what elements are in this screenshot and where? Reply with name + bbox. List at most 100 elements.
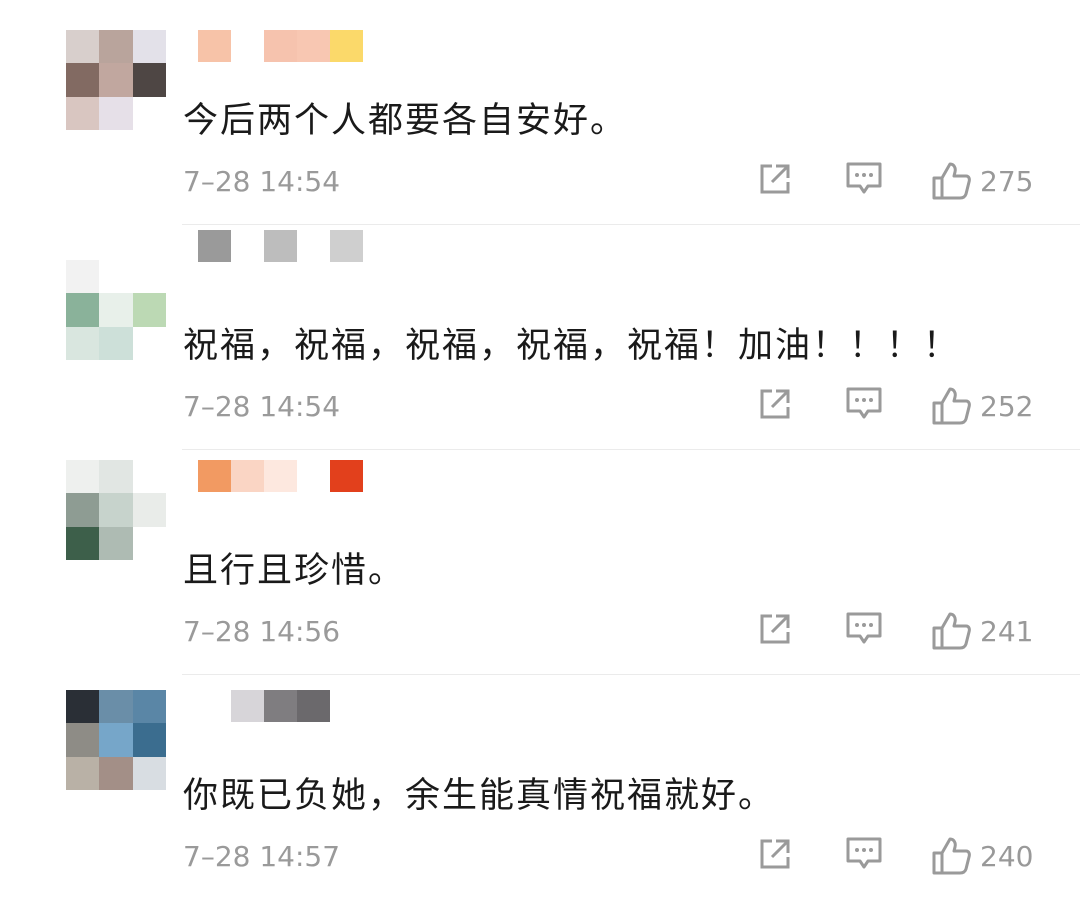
comment-text: 祝福，祝福，祝福，祝福，祝福！加油！！！！ bbox=[183, 326, 961, 366]
thumbs-up-icon bbox=[932, 837, 971, 875]
like-button[interactable]: 241 bbox=[930, 610, 1033, 652]
username-pixel bbox=[297, 460, 330, 492]
avatar-pixel bbox=[66, 690, 100, 724]
username-pixel bbox=[231, 460, 264, 492]
avatar[interactable] bbox=[66, 260, 166, 360]
username-mosaic[interactable] bbox=[198, 230, 363, 262]
avatar-pixel bbox=[66, 526, 100, 560]
username-pixel bbox=[297, 30, 330, 62]
username-pixel bbox=[198, 690, 231, 722]
avatar-pixel bbox=[132, 326, 166, 360]
comment-item: 祝福，祝福，祝福，祝福，祝福！加油！！！！ 7–28 14:54 252 bbox=[0, 225, 1080, 450]
comment-button[interactable] bbox=[844, 385, 884, 423]
username-pixel bbox=[231, 690, 264, 722]
avatar-pixel bbox=[132, 723, 166, 757]
avatar-pixel bbox=[99, 326, 133, 360]
username-pixel bbox=[330, 690, 363, 722]
avatar-pixel bbox=[132, 690, 166, 724]
share-button[interactable] bbox=[756, 610, 794, 648]
username-mosaic[interactable] bbox=[198, 690, 363, 722]
avatar-pixel bbox=[99, 526, 133, 560]
comment-item: 你既已负她，余生能真情祝福就好。 7–28 14:57 240 bbox=[0, 675, 1080, 900]
avatar-pixel bbox=[99, 30, 133, 64]
avatar-pixel bbox=[66, 756, 100, 790]
like-count: 252 bbox=[980, 389, 1034, 423]
avatar-pixel bbox=[99, 690, 133, 724]
share-button[interactable] bbox=[756, 385, 794, 423]
comment-text: 今后两个人都要各自安好。 bbox=[183, 101, 628, 141]
avatar-pixel bbox=[99, 723, 133, 757]
avatar-pixel bbox=[99, 96, 133, 130]
comment-text: 你既已负她，余生能真情祝福就好。 bbox=[183, 776, 776, 816]
comment-icon bbox=[846, 837, 882, 869]
avatar-pixel bbox=[132, 260, 166, 294]
avatar-pixel bbox=[66, 326, 100, 360]
avatar-pixel bbox=[66, 460, 100, 494]
username-pixel bbox=[198, 30, 231, 62]
username-pixel bbox=[231, 230, 264, 262]
comment-button[interactable] bbox=[844, 835, 884, 873]
username-pixel bbox=[264, 30, 297, 62]
like-count: 241 bbox=[980, 614, 1034, 648]
comment-item: 且行且珍惜。 7–28 14:56 241 bbox=[0, 450, 1080, 675]
comment-button[interactable] bbox=[844, 160, 884, 198]
avatar-pixel bbox=[99, 293, 133, 327]
avatar[interactable] bbox=[66, 460, 166, 560]
share-button[interactable] bbox=[756, 160, 794, 198]
comment-icon bbox=[846, 387, 882, 419]
username-pixel bbox=[330, 30, 363, 62]
comment-actions: 241 bbox=[0, 610, 1080, 654]
avatar-pixel bbox=[99, 460, 133, 494]
avatar-pixel bbox=[132, 293, 166, 327]
comment-actions: 252 bbox=[0, 385, 1080, 429]
like-count: 240 bbox=[980, 839, 1034, 873]
username-pixel bbox=[330, 460, 363, 492]
avatar-pixel bbox=[132, 756, 166, 790]
username-pixel bbox=[297, 230, 330, 262]
avatar[interactable] bbox=[66, 30, 166, 130]
avatar-pixel bbox=[99, 63, 133, 97]
username-pixel bbox=[264, 460, 297, 492]
avatar[interactable] bbox=[66, 690, 166, 790]
share-icon bbox=[760, 164, 790, 194]
username-pixel bbox=[264, 690, 297, 722]
avatar-pixel bbox=[66, 260, 100, 294]
share-icon bbox=[760, 614, 790, 644]
avatar-pixel bbox=[99, 756, 133, 790]
avatar-pixel bbox=[132, 460, 166, 494]
avatar-pixel bbox=[66, 96, 100, 130]
comment-actions: 275 bbox=[0, 160, 1080, 204]
share-button[interactable] bbox=[756, 835, 794, 873]
avatar-pixel bbox=[132, 30, 166, 64]
username-pixel bbox=[330, 230, 363, 262]
like-button[interactable]: 240 bbox=[930, 835, 1033, 877]
username-mosaic[interactable] bbox=[198, 30, 363, 62]
username-pixel bbox=[198, 460, 231, 492]
username-pixel bbox=[198, 230, 231, 262]
username-mosaic[interactable] bbox=[198, 460, 363, 492]
username-pixel bbox=[231, 30, 264, 62]
like-button[interactable]: 275 bbox=[930, 160, 1033, 202]
avatar-pixel bbox=[66, 493, 100, 527]
avatar-pixel bbox=[66, 30, 100, 64]
share-icon bbox=[760, 839, 790, 869]
thumbs-up-icon bbox=[932, 162, 971, 200]
thumbs-up-icon bbox=[932, 387, 971, 425]
avatar-pixel bbox=[66, 63, 100, 97]
avatar-pixel bbox=[99, 493, 133, 527]
avatar-pixel bbox=[132, 63, 166, 97]
comment-text: 且行且珍惜。 bbox=[183, 551, 406, 591]
thumbs-up-icon bbox=[932, 612, 971, 650]
avatar-pixel bbox=[132, 493, 166, 527]
comment-icon bbox=[846, 162, 882, 194]
avatar-pixel bbox=[132, 526, 166, 560]
username-pixel bbox=[264, 230, 297, 262]
avatar-pixel bbox=[66, 293, 100, 327]
like-button[interactable]: 252 bbox=[930, 385, 1033, 427]
share-icon bbox=[760, 389, 790, 419]
avatar-pixel bbox=[99, 260, 133, 294]
comment-actions: 240 bbox=[0, 835, 1080, 879]
comment-button[interactable] bbox=[844, 610, 884, 648]
like-count: 275 bbox=[980, 164, 1034, 198]
comment-icon bbox=[846, 612, 882, 644]
